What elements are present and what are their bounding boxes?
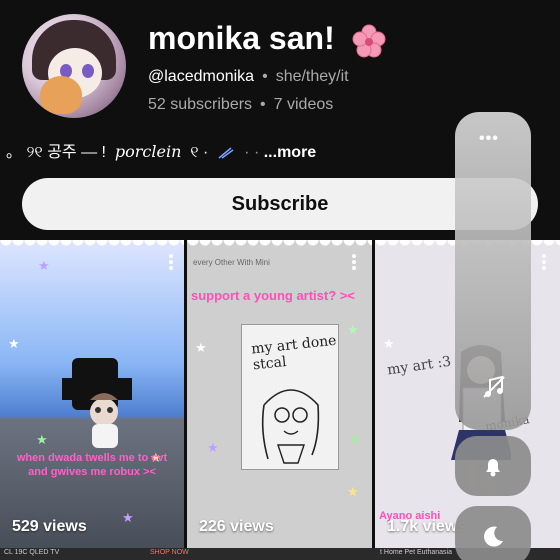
more-vert-icon[interactable]: [168, 252, 174, 272]
avatar-cat: [40, 76, 82, 114]
star-icon: ★: [36, 432, 48, 447]
view-count: 226 views: [199, 518, 274, 535]
bio-text-b: porclein: [114, 142, 182, 161]
star-icon: ★: [347, 322, 359, 337]
separator-dot: •: [262, 68, 268, 85]
cherry-blossom-icon: [352, 24, 386, 58]
channel-description[interactable]: 。 ୨୧ 공주 — ! porclein ୧ · · · ...more: [6, 138, 316, 162]
channel-title: monika san!: [148, 20, 386, 58]
artwork-text: my art done stcal: [250, 332, 338, 374]
more-horiz-icon[interactable]: •••: [479, 130, 499, 148]
bio-text-a: 。 ୨୧ 공주 — !: [6, 144, 106, 161]
avatar-eye: [82, 64, 94, 78]
ad-strip-text: t Home Pet Euthanasia: [380, 549, 452, 556]
star-icon: ★: [195, 340, 207, 355]
star-icon: ★: [38, 258, 50, 273]
channel-name-text: monika san!: [148, 20, 335, 56]
channel-stats: 52 subscribers • 7 videos: [148, 96, 333, 114]
channel-pronouns: she/they/it: [275, 68, 349, 85]
short-tile[interactable]: every Other With Mini support a young ar…: [187, 240, 372, 560]
ad-strip-text: CL 19C QLED TV: [4, 549, 60, 556]
roblox-avatar-figure: [62, 358, 132, 448]
more-vert-icon[interactable]: [351, 252, 357, 272]
channel-meta-row: @lacedmonika • she/they/it: [148, 68, 349, 86]
artwork-card: my art done stcal: [241, 324, 339, 470]
pen-icon: [218, 147, 234, 159]
moon-icon: [484, 526, 503, 547]
music-off-icon[interactable]: [481, 374, 507, 400]
video-count: 7 videos: [273, 96, 334, 113]
do-not-disturb-button[interactable]: [455, 506, 531, 560]
star-icon: ★: [347, 484, 359, 499]
notification-button[interactable]: [455, 436, 531, 496]
star-icon: ★: [122, 510, 134, 525]
bell-icon: [486, 459, 500, 477]
channel-avatar[interactable]: [22, 14, 126, 118]
video-caption: support a young artist? ><: [191, 288, 355, 303]
video-caption: when dwada twells me to cvt and gwives m…: [16, 452, 168, 478]
more-link[interactable]: ...more: [264, 144, 316, 161]
star-icon: ★: [349, 432, 361, 447]
channel-handle[interactable]: @lacedmonika: [148, 68, 254, 85]
separator-dot: •: [260, 96, 266, 113]
short-tile[interactable]: ★ ★ ★ ★ ★ when dwada twells me to cvt an…: [0, 240, 184, 560]
more-vert-icon[interactable]: [541, 252, 547, 272]
lace-border: [187, 240, 372, 250]
star-icon: ★: [207, 440, 219, 455]
video-top-label: every Other With Mini: [193, 258, 270, 267]
floating-control-panel[interactable]: •••: [455, 112, 531, 430]
sketch-drawing: [261, 389, 320, 464]
bio-text-c: ୧ ·: [190, 144, 209, 161]
view-count: 529 views: [12, 518, 87, 535]
bio-text-d: · ·: [244, 144, 260, 161]
ad-strip-text: SHOP NOW: [150, 549, 189, 556]
subscriber-count: 52 subscribers: [148, 96, 253, 113]
star-icon: ★: [8, 336, 20, 351]
star-icon: ★: [383, 336, 395, 351]
lace-border: [0, 240, 184, 250]
